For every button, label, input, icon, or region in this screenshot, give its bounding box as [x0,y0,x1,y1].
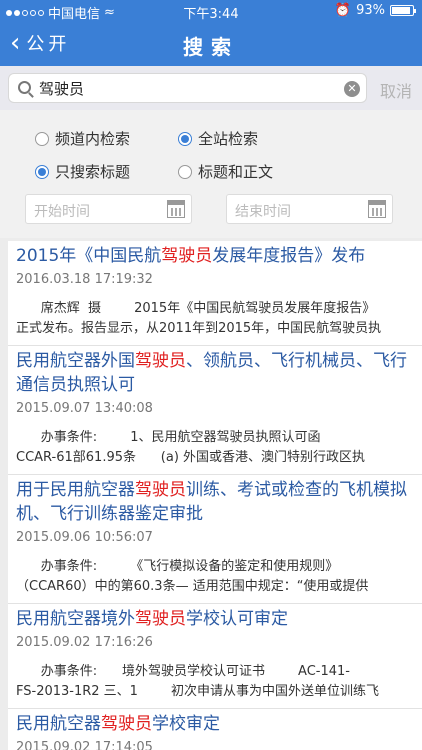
search-box[interactable]: ✕ [8,73,367,103]
snippet-line: 办事条件: 境外驾驶员学校认可证书 AC-141- [16,664,350,679]
battery-percent: 93% [356,3,385,18]
snippet-line: 正式发布。报告显示，从2011年到2015年，中国民航驾驶员执 [16,321,382,336]
snippet-line: 办事条件: 1、民用航空器驾驶员执照认可函 [16,430,321,445]
end-date-field[interactable]: 结束时间 [226,194,393,224]
result-title[interactable]: 2015年《中国民航驾驶员发展年度报告》发布 [16,244,414,268]
radio-scope-site[interactable]: 全站检索 [178,128,258,149]
battery-icon [390,5,416,16]
title-text: 用于民用航空器 [16,480,135,500]
radio-title-body[interactable]: 标题和正文 [178,161,273,182]
snippet-line: FS-2013-1R2 三、1 初次申请从事为中国外送单位训练飞 [16,684,380,699]
title-highlight: 驾驶员 [135,351,186,371]
title-text: 民用航空器外国 [16,351,135,371]
result-date: 2016.03.18 17:19:32 [16,272,153,287]
list-item[interactable]: 2015年《中国民航驾驶员发展年度报告》发布 2016.03.18 17:19:… [8,241,422,346]
radio-scope-channel[interactable]: 频道内检索 [35,128,130,149]
radio-label: 标题和正文 [198,163,274,181]
title-text: 2015年《中国民航 [16,246,162,266]
clear-icon[interactable]: ✕ [344,81,360,97]
snippet-line: （CCAR60）中的第60.3条— 适用范围中规定：“使用或提供 [16,579,369,594]
result-date: 2015.09.02 17:14:05 [16,740,153,750]
radio-title-only[interactable]: 只搜索标题 [35,161,130,182]
calendar-icon[interactable] [368,200,386,218]
search-icon [18,81,31,94]
title-text: 学校审定 [152,714,220,734]
radio-on-icon [178,131,192,146]
alarm-icon: ⏰ [334,3,352,18]
list-item[interactable]: 民用航空器境外驾驶员学校认可审定 2015.09.02 17:16:26 办事条… [8,604,422,709]
list-item[interactable]: 民用航空器外国驾驶员、领航员、飞行机械员、飞行通信员执照认可 2015.09.0… [8,346,422,475]
radio-off-icon [35,131,49,146]
snippet-line: 办事条件: 《飞行模拟设备的鉴定和使用规则》 [16,559,339,574]
result-date: 2015.09.02 17:16:26 [16,635,153,650]
result-title[interactable]: 民用航空器境外驾驶员学校认可审定 [16,607,414,631]
search-row: ✕ 取消 [0,66,422,110]
radio-off-icon [178,164,192,179]
radio-label: 频道内检索 [55,130,131,148]
search-input[interactable] [39,77,339,99]
start-date-placeholder: 开始时间 [34,204,90,220]
title-highlight: 驾驶员 [135,609,186,629]
result-snippet: 办事条件: 境外驾驶员学校认可证书 AC-141- FS-2013-1R2 三、1… [16,662,414,702]
title-highlight: 驾驶员 [101,714,152,734]
end-date-placeholder: 结束时间 [235,204,291,220]
result-title[interactable]: 用于民用航空器驾驶员训练、考试或检查的飞机模拟机、飞行训练器鉴定审批 [16,478,414,526]
results-list: 2015年《中国民航驾驶员发展年度报告》发布 2016.03.18 17:19:… [8,241,422,750]
title-text: 学校认可审定 [186,609,288,629]
radio-label: 全站检索 [198,130,259,148]
calendar-icon[interactable] [167,200,185,218]
list-item[interactable]: 用于民用航空器驾驶员训练、考试或检查的飞机模拟机、飞行训练器鉴定审批 2015.… [8,475,422,604]
nav-bar: ‹ 公开 搜索 [0,22,422,66]
result-date: 2015.09.07 13:40:08 [16,401,153,416]
result-snippet: 席杰辉 摄 2015年《中国民航驾驶员发展年度报告》 正式发布。报告显示，从201… [16,299,414,339]
cancel-button[interactable]: 取消 [380,78,412,102]
radio-label: 只搜索标题 [55,163,131,181]
title-text: 发展年度报告》发布 [212,246,366,266]
snippet-line: 席杰辉 摄 2015年《中国民航驾驶员发展年度报告》 [16,301,376,316]
result-title[interactable]: 民用航空器外国驾驶员、领航员、飞行机械员、飞行通信员执照认可 [16,349,414,397]
radio-on-icon [35,164,49,179]
title-text: 民用航空器境外 [16,609,135,629]
result-title[interactable]: 民用航空器驾驶员学校审定 [16,712,414,736]
status-right: ⏰ 93% [334,3,416,18]
status-bar: 中国电信 ≈ 下午3:44 ⏰ 93% [0,0,422,22]
result-date: 2015.09.06 10:56:07 [16,530,153,545]
search-options: 频道内检索 全站检索 只搜索标题 标题和正文 开始时间 结束时间 [0,110,422,238]
start-date-field[interactable]: 开始时间 [25,194,192,224]
result-snippet: 办事条件: 1、民用航空器驾驶员执照认可函 CCAR-61部61.95条 (a) … [16,428,414,468]
list-item[interactable]: 民用航空器驾驶员学校审定 2015.09.02 17:14:05 [8,709,422,750]
title-highlight: 驾驶员 [161,246,213,266]
snippet-line: CCAR-61部61.95条 (a) 外国或香港、澳门特别行政区执 [16,450,366,465]
title-text: 民用航空器 [16,714,101,734]
title-highlight: 驾驶员 [135,480,186,500]
result-snippet: 办事条件: 《飞行模拟设备的鉴定和使用规则》 （CCAR60）中的第60.3条— … [16,557,414,597]
page-title: 搜索 [183,35,239,59]
